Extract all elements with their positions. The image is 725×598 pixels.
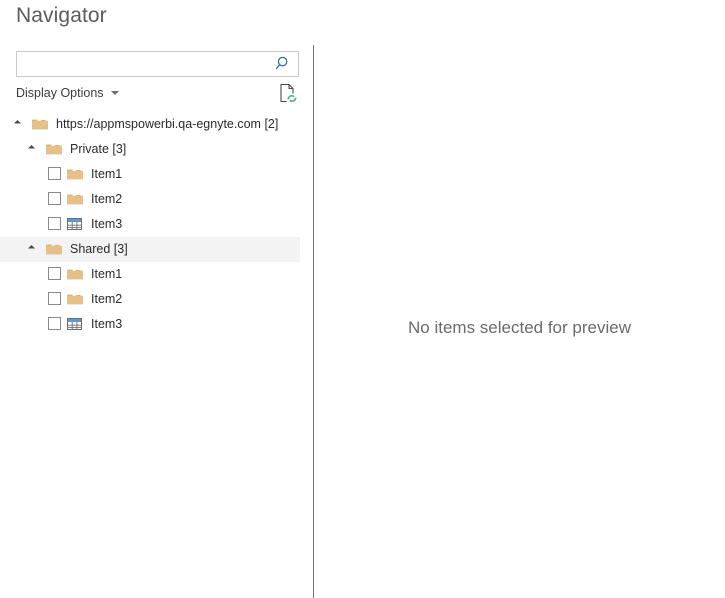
tree-row[interactable]: Private [3]: [0, 137, 313, 162]
tree-item-label: Item3: [91, 317, 123, 332]
tree-item-label: Item2: [91, 192, 123, 207]
tree-row[interactable]: Item2: [0, 287, 313, 312]
chevron-down-icon: [110, 90, 119, 95]
tree-row[interactable]: Item3: [0, 212, 313, 237]
refresh-document-icon[interactable]: [278, 82, 298, 104]
folder-icon: [66, 266, 84, 282]
expand-collapse-icon[interactable]: [27, 143, 40, 155]
navigator-left-pane: Display Options https://appmspowerbi.qa-…: [0, 40, 313, 598]
tree-item-checkbox[interactable]: [48, 167, 61, 181]
page-title: Navigator: [16, 4, 107, 27]
tree-item-label: Item1: [91, 267, 123, 282]
tree-item-label: Shared [3]: [70, 242, 128, 257]
tree-item-checkbox[interactable]: [48, 317, 61, 331]
navigator-tree[interactable]: https://appmspowerbi.qa-egnyte.com [2] Pr…: [0, 112, 313, 598]
folder-icon: [66, 291, 84, 307]
folder-icon: [66, 191, 84, 207]
tree-item-checkbox[interactable]: [48, 267, 61, 281]
expand-collapse-icon[interactable]: [27, 243, 40, 255]
tree-row[interactable]: Item1: [0, 262, 313, 287]
tree-item-checkbox[interactable]: [48, 217, 61, 231]
search-input[interactable]: [16, 51, 299, 77]
tree-item-label: Item2: [91, 292, 123, 307]
tree-row[interactable]: Item3: [0, 312, 313, 337]
tree-item-label: Private [3]: [70, 142, 127, 157]
preview-empty-message: No items selected for preview: [408, 318, 631, 337]
table-icon: [66, 216, 84, 232]
tree-item-checkbox[interactable]: [48, 192, 61, 206]
display-options-label: Display Options: [16, 86, 104, 100]
tree-row[interactable]: https://appmspowerbi.qa-egnyte.com [2]: [0, 112, 313, 137]
options-row: Display Options: [16, 83, 299, 105]
tree-row[interactable]: Item2: [0, 187, 313, 212]
tree-row[interactable]: Item1: [0, 162, 313, 187]
folder-icon: [66, 166, 84, 182]
tree-item-label: Item3: [91, 217, 123, 232]
folder-icon: [45, 241, 63, 257]
search-row: [16, 51, 299, 77]
tree-row[interactable]: Shared [3]: [0, 237, 300, 262]
preview-pane: No items selected for preview: [314, 40, 725, 598]
display-options-dropdown[interactable]: Display Options: [16, 83, 119, 103]
tree-item-label: https://appmspowerbi.qa-egnyte.com [2]: [56, 117, 279, 132]
table-icon: [66, 316, 84, 332]
folder-icon: [45, 141, 63, 157]
folder-icon: [31, 116, 49, 132]
tree-item-label: Item1: [91, 167, 123, 182]
tree-item-checkbox[interactable]: [48, 292, 61, 306]
expand-collapse-icon[interactable]: [13, 118, 26, 130]
